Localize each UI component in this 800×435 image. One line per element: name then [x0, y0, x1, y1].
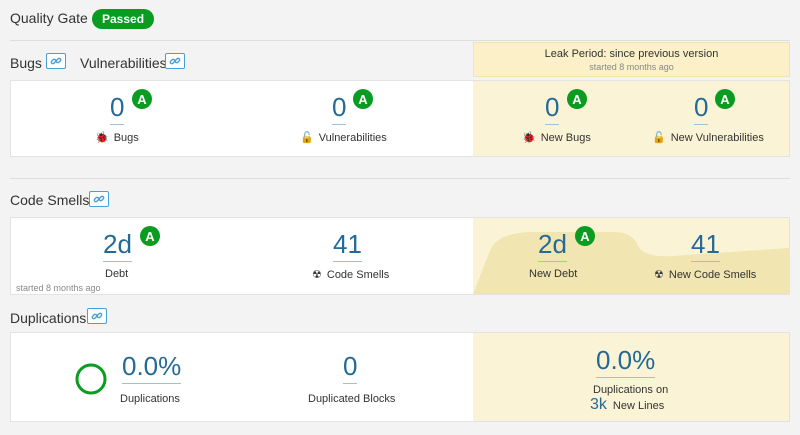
new-duplications-label: Duplications on: [593, 384, 669, 396]
leak-period-header: Leak Period: since previous version star…: [473, 42, 790, 77]
new-lines-row: 3k New Lines: [590, 396, 664, 414]
quality-gate-title: Quality Gate: [10, 10, 88, 26]
lock-icon: 🔓: [300, 132, 314, 144]
duplications-value[interactable]: 0.0%: [122, 351, 182, 384]
new-code-smells-value[interactable]: 41: [691, 229, 720, 262]
divider: [10, 40, 790, 41]
quality-gate-status-badge: Passed: [92, 9, 155, 29]
link-icon: [93, 195, 105, 203]
new-vulnerabilities-grade-badge: A: [715, 89, 735, 109]
vulnerabilities-label: 🔓 Vulnerabilities: [300, 131, 387, 145]
new-debt-label: New Debt: [529, 268, 578, 280]
code-smells-label: ☢ Code Smells: [312, 268, 390, 282]
new-code-smells-label: ☢ New Code Smells: [654, 268, 757, 282]
link-icon: [91, 312, 103, 320]
duplicated-blocks-label: Duplicated Blocks: [308, 393, 396, 405]
vulnerabilities-grade-badge: A: [353, 89, 373, 109]
new-lines-value[interactable]: 3k: [590, 396, 607, 414]
bug-icon: 🐞: [95, 132, 109, 144]
radiation-icon: ☢: [312, 269, 322, 281]
leak-area: [473, 218, 789, 294]
debt-label: Debt: [105, 268, 129, 280]
leak-area: [473, 81, 789, 156]
code-smells-link-button[interactable]: [89, 191, 109, 207]
duplications-link-button[interactable]: [87, 308, 107, 324]
new-duplications-value[interactable]: 0.0%: [596, 345, 656, 378]
debt-started-note: started 8 months ago: [16, 283, 101, 293]
bugs-grade-badge: A: [132, 89, 152, 109]
bugs-link-button[interactable]: [46, 53, 66, 69]
new-bugs-value[interactable]: 0: [545, 92, 560, 125]
leak-period-title: Leak Period: since previous version: [544, 48, 719, 60]
vulnerabilities-link-button[interactable]: [165, 53, 185, 69]
new-debt-grade-badge: A: [575, 226, 595, 246]
bugs-value[interactable]: 0: [110, 92, 125, 125]
new-vulnerabilities-label: 🔓 New Vulnerabilities: [652, 131, 764, 145]
divider: [10, 178, 790, 179]
new-lines-label: New Lines: [612, 400, 665, 412]
duplications-donut-icon: [75, 363, 107, 395]
debt-value[interactable]: 2d: [103, 229, 132, 262]
duplications-section-title: Duplications: [10, 310, 87, 326]
new-bugs-label: 🐞 New Bugs: [522, 131, 591, 145]
code-smells-value[interactable]: 41: [333, 229, 362, 262]
lock-icon: 🔓: [652, 132, 666, 144]
debt-grade-badge: A: [140, 226, 160, 246]
new-bugs-grade-badge: A: [567, 89, 587, 109]
new-debt-value[interactable]: 2d: [538, 229, 567, 262]
duplications-label: Duplications: [120, 393, 180, 405]
bugs-label: 🐞 Bugs: [95, 131, 139, 145]
bugs-section-title: Bugs: [10, 55, 42, 71]
code-smells-section-title: Code Smells: [10, 192, 90, 208]
debt-trend-sparkline: [473, 232, 789, 294]
leak-period-started: started 8 months ago: [589, 62, 674, 72]
bug-icon: 🐞: [522, 132, 536, 144]
link-icon: [50, 57, 62, 65]
link-icon: [169, 57, 181, 65]
duplicated-blocks-value[interactable]: 0: [343, 351, 358, 384]
new-vulnerabilities-value[interactable]: 0: [694, 92, 709, 125]
vulnerabilities-value[interactable]: 0: [332, 92, 347, 125]
radiation-icon: ☢: [654, 269, 664, 281]
vulnerabilities-section-title: Vulnerabilities: [80, 55, 167, 71]
